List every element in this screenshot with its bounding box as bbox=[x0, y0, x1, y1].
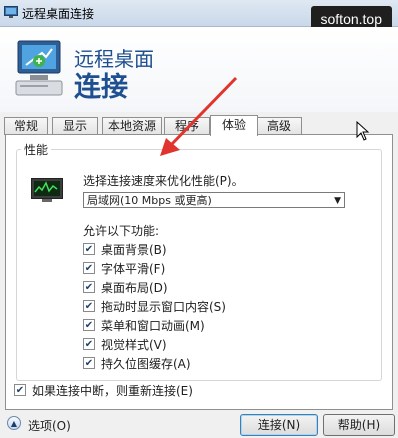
allow-features-label: 允许以下功能: bbox=[83, 224, 160, 238]
checkbox-menu-animation[interactable]: ✔ bbox=[83, 319, 95, 331]
performance-group: 性能 选择连接速度来优化性能(P)。 局域网(10 Mbps 或更高) ▼ 允许… bbox=[16, 141, 382, 381]
tab-general[interactable]: 常规 bbox=[4, 117, 48, 135]
tab-programs[interactable]: 程序 bbox=[164, 117, 210, 135]
tab-display[interactable]: 显示 bbox=[52, 117, 98, 135]
window-title: 远程桌面连接 bbox=[22, 7, 95, 21]
checkbox-bitmap-caching[interactable]: ✔ bbox=[83, 357, 95, 369]
options-toggle-label[interactable]: 选项(O) bbox=[28, 417, 71, 434]
connection-speed-value: 局域网(10 Mbps 或更高) bbox=[87, 194, 212, 207]
checkbox-desktop-composition[interactable]: ✔ bbox=[83, 281, 95, 293]
remote-desktop-logo-icon bbox=[15, 40, 63, 96]
options-toggle-icon[interactable]: ▲ bbox=[7, 416, 21, 430]
dialog-footer: ▲ 选项(O) 连接(N) 帮助(H) bbox=[0, 410, 398, 438]
tab-local-resources[interactable]: 本地资源 bbox=[102, 117, 162, 135]
speed-select-label: 选择连接速度来优化性能(P)。 bbox=[83, 174, 244, 188]
tab-advanced[interactable]: 高级 bbox=[256, 117, 302, 135]
remote-desktop-icon bbox=[4, 6, 18, 18]
performance-monitor-icon bbox=[31, 178, 63, 202]
checkbox-font-smoothing[interactable]: ✔ bbox=[83, 262, 95, 274]
help-button[interactable]: 帮助(H) bbox=[323, 414, 395, 436]
header-banner: 远程桌面 连接 bbox=[0, 27, 398, 112]
experience-panel: 性能 选择连接速度来优化性能(P)。 局域网(10 Mbps 或更高) ▼ 允许… bbox=[5, 134, 393, 410]
checkbox-show-window-contents[interactable]: ✔ bbox=[83, 300, 95, 312]
tab-experience[interactable]: 体验 bbox=[210, 115, 258, 136]
checkbox-desktop-background[interactable]: ✔ bbox=[83, 243, 95, 255]
connect-button[interactable]: 连接(N) bbox=[240, 414, 318, 436]
dropdown-arrow-icon[interactable]: ▼ bbox=[334, 193, 341, 209]
mouse-cursor-icon bbox=[356, 121, 370, 141]
performance-group-title: 性能 bbox=[21, 141, 52, 158]
checkbox-reconnect[interactable]: ✔ bbox=[14, 384, 26, 396]
checkbox-visual-styles[interactable]: ✔ bbox=[83, 338, 95, 350]
header-title-line2: 连接 bbox=[74, 72, 128, 103]
connection-speed-select[interactable]: 局域网(10 Mbps 或更高) ▼ bbox=[83, 192, 345, 208]
